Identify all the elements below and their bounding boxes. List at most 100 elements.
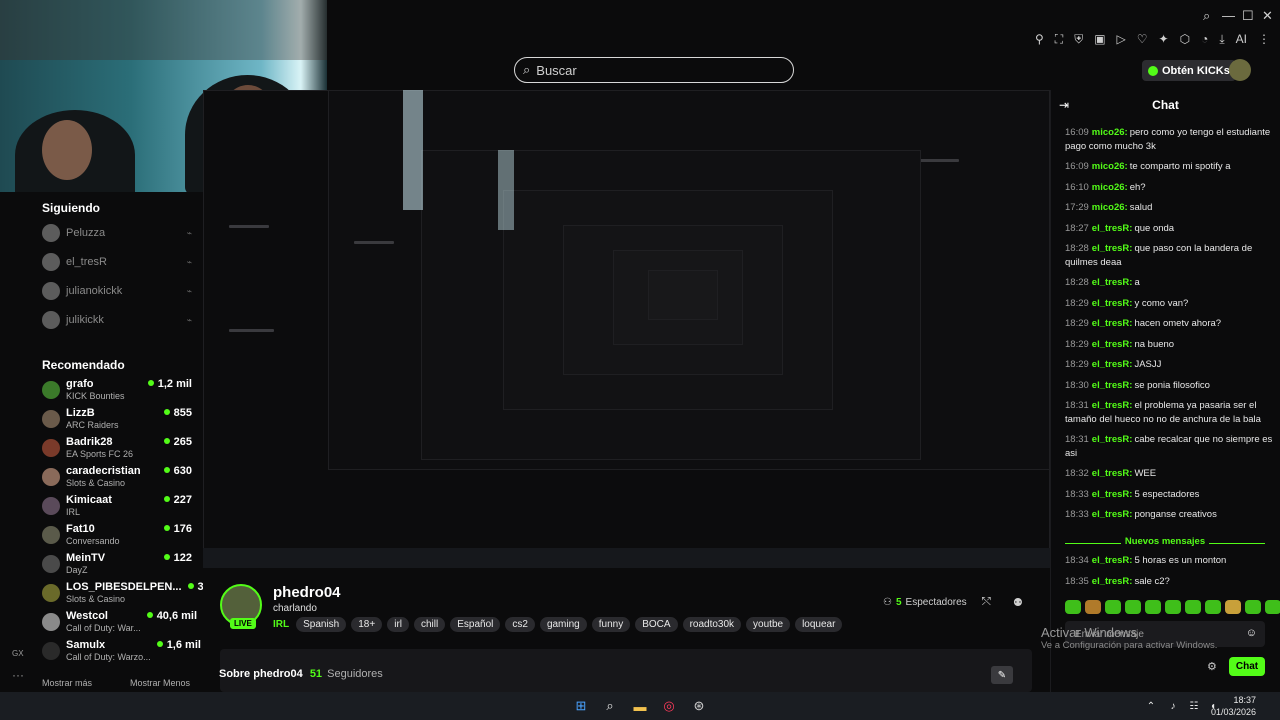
tag[interactable]: 18+ (351, 617, 383, 632)
following-item[interactable]: Peluzza ⌁ (42, 223, 192, 243)
microphone-icon[interactable]: ♪ (1164, 697, 1182, 715)
recommended-item[interactable]: grafo KICK Bounties 1,2 mil (42, 378, 192, 404)
message-username[interactable]: el_tresR: (1092, 555, 1133, 566)
message-text: que onda (1134, 222, 1175, 234)
emote-icon[interactable] (1225, 600, 1241, 614)
message-username[interactable]: mico26: (1092, 127, 1128, 138)
chevron-up-icon[interactable]: ⌃ (1142, 697, 1160, 715)
channel-name[interactable]: phedro04 (273, 584, 341, 601)
message-username[interactable]: el_tresR: (1092, 509, 1133, 520)
message-username[interactable]: el_tresR: (1092, 380, 1133, 391)
recommended-item[interactable]: Badrik28 EA Sports FC 26 265 (42, 436, 192, 462)
app-icon[interactable]: ⊛ (690, 697, 708, 715)
more-icon[interactable]: ··· (12, 668, 24, 682)
following-item[interactable]: julikickk ⌁ (42, 310, 192, 330)
recommended-item[interactable]: Samulx Call of Duty: Warzo... 1,6 mil (42, 639, 201, 665)
emote-icon[interactable] (1165, 600, 1181, 614)
message-username[interactable]: el_tresR: (1092, 359, 1133, 370)
edit-about-button[interactable]: ✎ (991, 666, 1013, 684)
share-icon[interactable]: ⤲ (982, 596, 991, 609)
recommended-item[interactable]: Kimicaat IRL 227 (42, 494, 192, 520)
tag[interactable]: chill (414, 617, 446, 632)
recommended-item[interactable]: LizzB ARC Raiders 855 (42, 407, 192, 433)
tag[interactable]: Español (450, 617, 501, 632)
message-username[interactable]: mico26: (1092, 202, 1128, 213)
user-avatar[interactable] (1229, 59, 1251, 81)
message-username[interactable]: el_tresR: (1092, 468, 1133, 479)
following-item[interactable]: el_tresR ⌁ (42, 252, 192, 272)
message-username[interactable]: el_tresR: (1092, 489, 1133, 500)
recommended-item[interactable]: LOS_PIBESDELPEN...Slots & Casino 33 (42, 581, 210, 607)
follow-icon[interactable]: ⚉ (1013, 596, 1023, 609)
message-username[interactable]: mico26: (1092, 161, 1128, 172)
shield-icon[interactable]: ⛨ (1074, 32, 1083, 47)
message-username[interactable]: el_tresR: (1092, 243, 1133, 254)
avatar (42, 526, 60, 544)
message-username[interactable]: mico26: (1092, 182, 1128, 193)
emote-icon[interactable] (1205, 600, 1221, 614)
heart-icon[interactable]: ♡ (1137, 32, 1148, 47)
recommended-item[interactable]: caradecristian Slots & Casino 630 (42, 465, 192, 491)
message-username[interactable]: el_tresR: (1092, 400, 1133, 411)
emote-icon[interactable] (1125, 600, 1141, 614)
message-username[interactable]: el_tresR: (1092, 298, 1133, 309)
pin-icon[interactable]: ⚲ (1035, 32, 1044, 47)
recommended-item[interactable]: MeinTV DayZ 122 (42, 552, 192, 578)
tag[interactable]: Spanish (296, 617, 347, 632)
close-icon[interactable]: ✕ (1262, 8, 1273, 24)
opera-gx-icon[interactable]: ◎ (660, 697, 678, 715)
tag[interactable]: irl (387, 617, 409, 632)
download-icon[interactable]: ⤓ (1219, 32, 1224, 47)
message-username[interactable]: el_tresR: (1092, 339, 1133, 350)
tag[interactable]: cs2 (505, 617, 535, 632)
tag[interactable]: funny (591, 617, 631, 632)
emote-icon[interactable] (1245, 600, 1261, 614)
menu-icon[interactable]: ⋮ (1258, 32, 1270, 47)
play-icon[interactable]: ▷ (1117, 32, 1126, 47)
emote-icon[interactable] (1105, 600, 1121, 614)
message-username[interactable]: el_tresR: (1092, 318, 1133, 329)
windows-start-icon[interactable]: ⊞ (572, 697, 590, 715)
video-player[interactable]: ⌕ (203, 90, 1050, 568)
maximize-icon[interactable]: ☐ (1242, 8, 1254, 24)
send-chat-button[interactable]: Chat (1229, 657, 1265, 676)
emote-icon[interactable] (1145, 600, 1161, 614)
search-input[interactable]: ⌕ Buscar (514, 57, 794, 83)
category-link[interactable]: IRL (273, 619, 289, 630)
extensions-icon[interactable]: ✦ (1159, 32, 1169, 47)
network-icon[interactable]: ☷ (1185, 697, 1203, 715)
emoji-icon[interactable]: ☺ (1246, 627, 1257, 639)
emote-icon[interactable] (1085, 600, 1101, 614)
recommended-item[interactable]: Westcol Call of Duty: War... 40,6 mil (42, 610, 197, 636)
tag[interactable]: gaming (539, 617, 587, 632)
emote-icon[interactable] (1185, 600, 1201, 614)
wallet-icon[interactable]: ⬡ (1180, 32, 1190, 47)
tag[interactable]: roadto30k (682, 617, 742, 632)
emote-icon[interactable] (1265, 600, 1280, 614)
following-item[interactable]: julianokickk ⌁ (42, 281, 192, 301)
search-icon[interactable]: ⌕ (601, 697, 619, 715)
show-more-link[interactable]: Mostrar más (42, 678, 92, 688)
get-kicks-button[interactable]: Obtén KICKs (1142, 60, 1236, 81)
file-explorer-icon[interactable]: ▬ (631, 697, 649, 715)
minimize-icon[interactable]: — (1222, 8, 1235, 23)
show-less-link[interactable]: Mostrar Menos (130, 678, 190, 688)
screenshot-icon[interactable]: ⛶ (1055, 32, 1063, 47)
channel-info: LIVE phedro04 charlando IRL Spanish 18+ … (203, 568, 1050, 692)
avatar (42, 613, 60, 631)
tag[interactable]: BOCA (635, 617, 678, 632)
search-icon[interactable]: ⌕ (1203, 8, 1210, 24)
tag[interactable]: loquear (795, 617, 843, 632)
account-icon[interactable]: ◔ (1201, 32, 1208, 47)
gear-icon[interactable]: ⚙ (1207, 660, 1217, 673)
system-clock[interactable]: 18:37 01/03/2026 (1211, 694, 1256, 718)
cube-icon[interactable]: ▣ (1094, 32, 1105, 47)
message-username[interactable]: el_tresR: (1092, 576, 1133, 587)
recommended-item[interactable]: Fat10 Conversando 176 (42, 523, 192, 549)
ai-button[interactable]: AI (1236, 32, 1247, 47)
tag[interactable]: youtbe (746, 617, 791, 632)
message-username[interactable]: el_tresR: (1092, 223, 1133, 234)
emote-icon[interactable] (1065, 600, 1081, 614)
message-username[interactable]: el_tresR: (1092, 434, 1133, 445)
message-username[interactable]: el_tresR: (1092, 277, 1133, 288)
